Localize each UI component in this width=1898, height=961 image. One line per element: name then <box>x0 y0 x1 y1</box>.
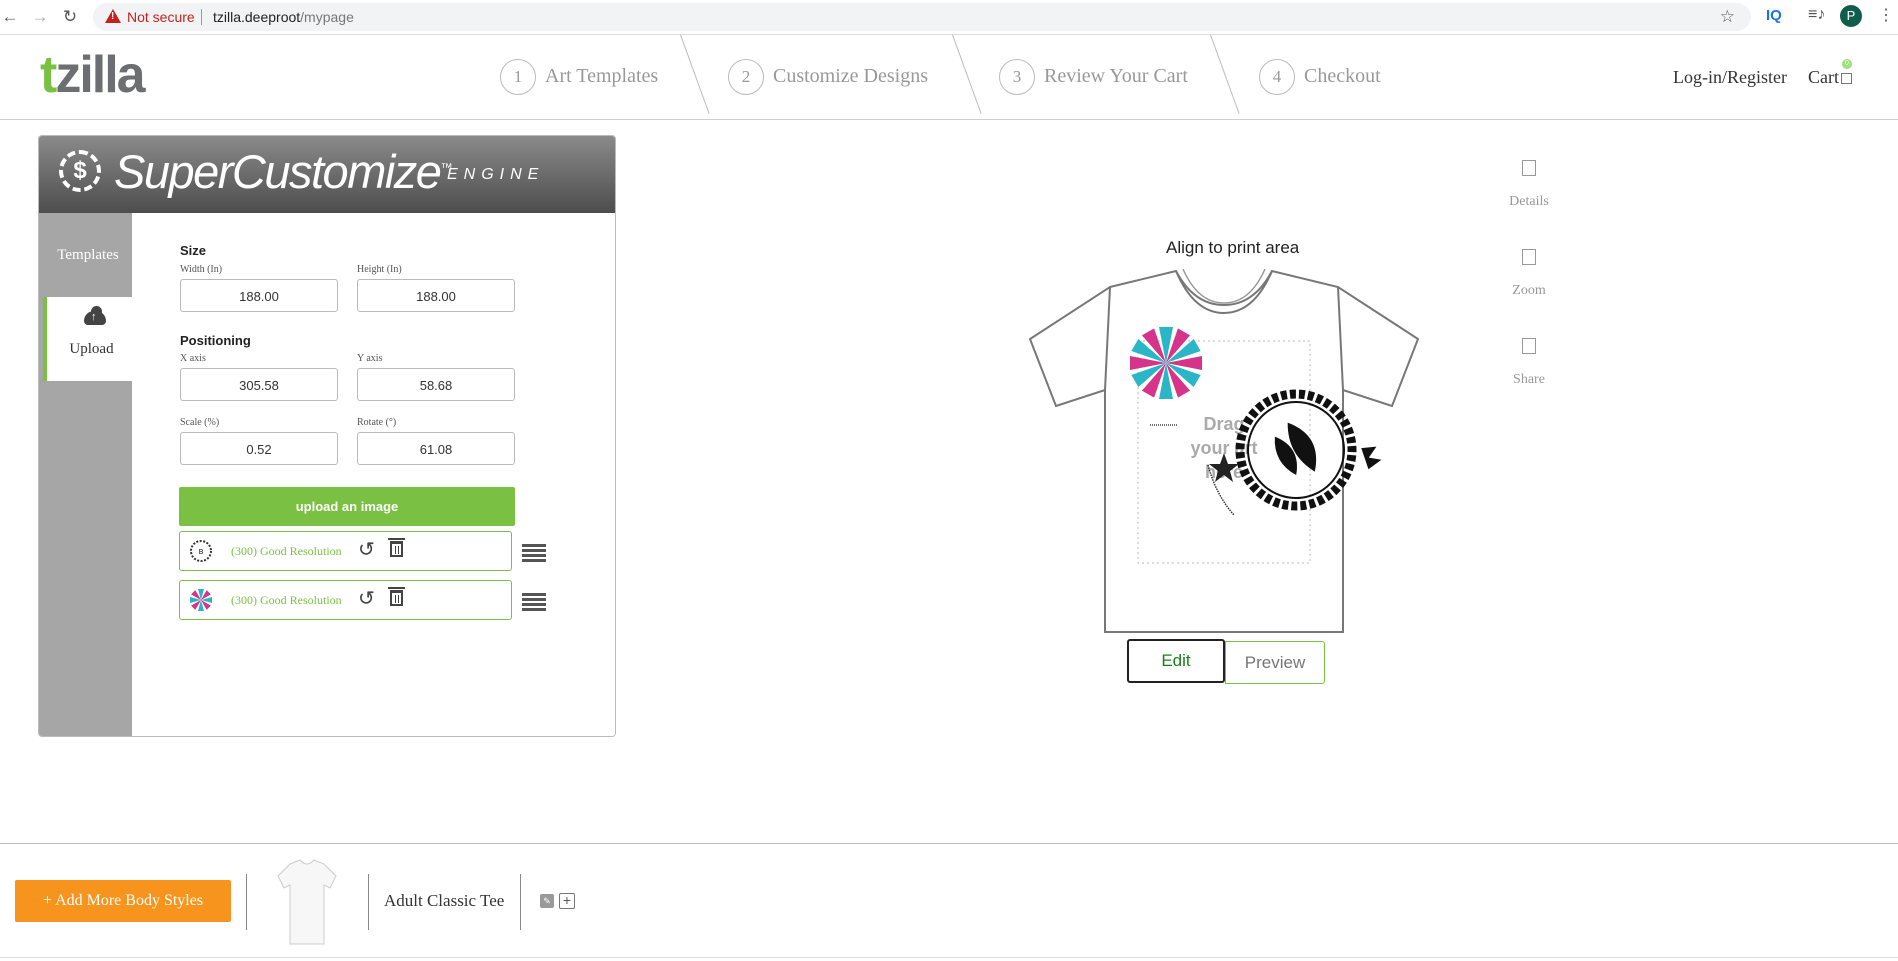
tzilla-logo[interactable]: tzilla <box>40 46 146 104</box>
divider <box>246 874 247 930</box>
cloud-upload-icon: ↑ <box>84 306 106 325</box>
menu-kebab-icon[interactable]: ⋮ <box>1878 5 1894 25</box>
width-label: Width (In) <box>180 264 223 275</box>
site-header: tzilla 1 Art Templates 2 Customize Desig… <box>0 34 1898 120</box>
step-number: 1 <box>500 59 536 95</box>
x-axis-label: X axis <box>180 353 206 364</box>
address-bar[interactable]: Not secure tzilla.deeproot/mypage ☆ <box>93 3 1751 31</box>
trash-icon[interactable] <box>388 538 405 557</box>
panel-header: SuperCustomize™ ENGINE <box>39 136 615 213</box>
tab-templates[interactable]: Templates <box>39 213 137 297</box>
width-input[interactable]: 188.00 <box>180 279 338 312</box>
gear-dollar-icon <box>59 150 101 192</box>
brand-engine: ENGINE <box>447 166 545 183</box>
zoom-label: Zoom <box>1512 283 1546 298</box>
body-style-name: Adult Classic Tee <box>384 891 505 910</box>
tab-upload-label: Upload <box>69 341 114 357</box>
warning-icon <box>105 9 121 23</box>
details-label: Details <box>1509 194 1549 209</box>
rotate-label: Rotate (°) <box>357 417 397 428</box>
step-number: 2 <box>728 59 764 95</box>
share-label: Share <box>1513 372 1545 387</box>
flower-thumbnail-icon <box>190 589 212 611</box>
layer-item[interactable]: (300) Good Resolution ↺ <box>179 580 512 620</box>
rotate-input[interactable]: 61.08 <box>357 432 515 465</box>
details-icon <box>1522 160 1536 176</box>
height-label: Height (In) <box>357 264 402 275</box>
size-heading: Size <box>180 243 207 258</box>
cart-icon[interactable] <box>1841 73 1852 84</box>
drag-art-line1: Drag <box>1203 414 1244 434</box>
step-label: Art Templates <box>545 65 659 87</box>
positioning-heading: Positioning <box>180 333 251 348</box>
step-label: Checkout <box>1304 65 1381 87</box>
media-control-icon[interactable]: ≡♪ <box>1808 6 1825 24</box>
login-register-link[interactable]: Log-in/Register <box>1673 67 1787 88</box>
forward-icon[interactable]: → <box>30 7 50 27</box>
share-tool[interactable]: Share <box>1489 338 1569 388</box>
step-label: Customize Designs <box>773 65 928 87</box>
wreath-thumbnail-icon: B <box>190 540 212 562</box>
edit-mode-button[interactable]: Edit <box>1127 639 1225 683</box>
align-print-area-label[interactable]: Align to print area <box>1166 238 1299 258</box>
url-host: tzilla.deeproot <box>213 9 301 25</box>
profile-avatar[interactable]: P <box>1840 5 1862 27</box>
browser-toolbar: ← → ↻ Not secure tzilla.deeproot/mypage … <box>0 0 1898 35</box>
back-icon[interactable]: ← <box>0 7 20 27</box>
step-number: 4 <box>1259 59 1295 95</box>
cart-link[interactable]: Cart <box>1808 67 1839 88</box>
tab-upload[interactable]: ↑ Upload <box>43 297 136 381</box>
add-body-styles-button[interactable]: + Add More Body Styles <box>15 880 231 922</box>
body-styles-bar: + Add More Body Styles Adult Classic Tee… <box>0 843 1898 958</box>
bookmark-star-icon[interactable]: ☆ <box>1720 7 1735 27</box>
upload-image-button[interactable]: upload an image <box>179 487 515 526</box>
share-icon <box>1522 338 1536 354</box>
reload-icon[interactable]: ↻ <box>60 7 80 27</box>
customize-panel: SuperCustomize™ ENGINE Templates ↑ Uploa… <box>38 135 616 737</box>
security-label[interactable]: Not secure <box>127 9 195 25</box>
reset-icon[interactable]: ↺ <box>358 539 375 559</box>
upload-settings: Size Width (In) Height (In) 188.00 188.0… <box>132 213 615 736</box>
brand-name: SuperCustomize <box>114 145 442 198</box>
logo-rest: zilla <box>55 46 145 104</box>
logo-t: t <box>40 46 57 104</box>
scale-label: Scale (%) <box>180 417 220 428</box>
layer-resolution-label: (300) Good Resolution <box>231 593 342 607</box>
divider <box>201 9 202 25</box>
drag-handle-icon[interactable] <box>522 593 546 611</box>
svg-text:B: B <box>199 548 204 556</box>
url-text[interactable]: tzilla.deeproot/mypage <box>213 9 354 25</box>
trash-icon[interactable] <box>388 587 405 606</box>
add-style-icon[interactable]: + <box>559 893 575 909</box>
extension-iq-icon[interactable]: IQ <box>1766 7 1782 24</box>
edit-style-icon[interactable]: ✎ <box>540 894 554 908</box>
body-style-thumbnail[interactable] <box>276 858 338 946</box>
y-axis-input[interactable]: 58.68 <box>357 368 515 401</box>
step-divider <box>952 34 982 114</box>
divider <box>520 874 521 930</box>
drag-handle-icon[interactable] <box>522 544 546 562</box>
cart-count-badge: 0 <box>1842 59 1852 69</box>
preview-mode-button[interactable]: Preview <box>1225 641 1325 684</box>
layer-item[interactable]: B (300) Good Resolution ↺ <box>179 531 512 571</box>
zoom-tool[interactable]: Zoom <box>1489 249 1569 299</box>
scale-input[interactable]: 0.52 <box>180 432 338 465</box>
zoom-icon <box>1522 249 1536 265</box>
tshirt-canvas[interactable]: Drag your art here <box>1028 265 1422 635</box>
step-divider <box>1210 34 1240 114</box>
step-divider <box>680 34 710 114</box>
layer-resolution-label: (300) Good Resolution <box>231 544 342 558</box>
step-label: Review Your Cart <box>1044 65 1188 87</box>
details-tool[interactable]: Details <box>1489 160 1569 210</box>
brand-title: SuperCustomize™ <box>114 144 452 199</box>
panel-sidebar: Templates ↑ Upload <box>39 213 136 736</box>
y-axis-label: Y axis <box>357 353 383 364</box>
reset-icon[interactable]: ↺ <box>358 588 375 608</box>
url-path: /mypage <box>300 9 354 25</box>
height-input[interactable]: 188.00 <box>357 279 515 312</box>
divider <box>368 874 369 930</box>
x-axis-input[interactable]: 305.58 <box>180 368 338 401</box>
step-number: 3 <box>999 59 1035 95</box>
